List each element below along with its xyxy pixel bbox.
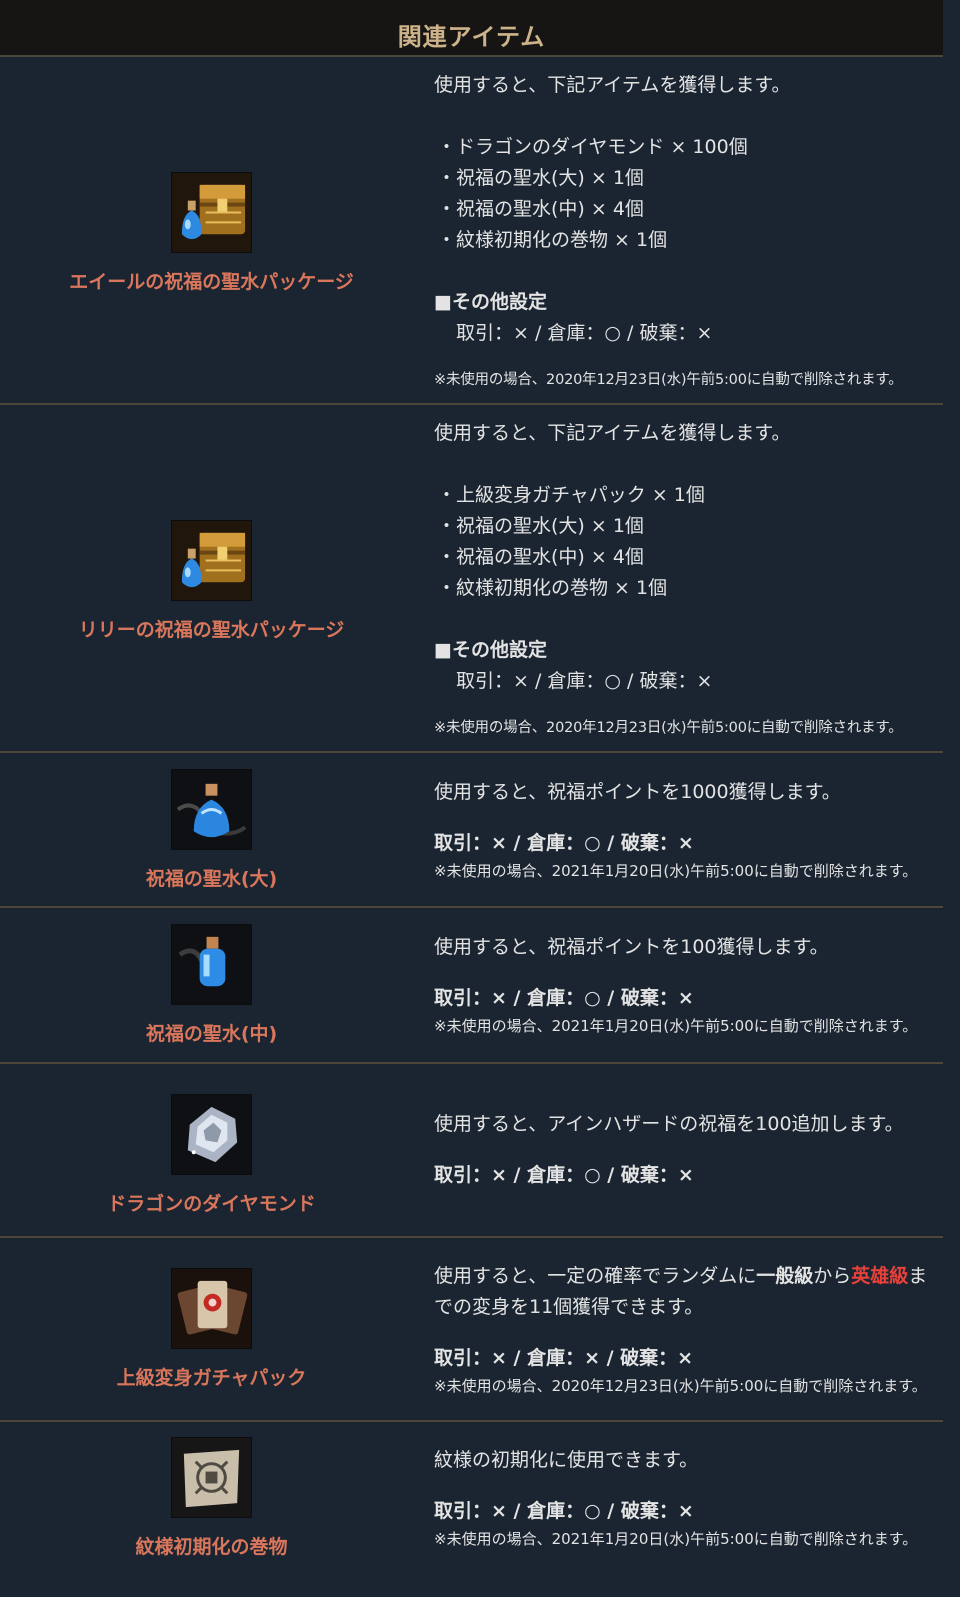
item-description: 使用すると、祝福ポイントを1000獲得します。 取引：× / 倉庫：○ / 破棄… [423,753,943,906]
item-name: ドラゴンのダイヤモンド [107,1193,316,1215]
chest-potion-icon [171,172,252,253]
desc-text: 使用すると、祝福ポイントを100獲得します。 [434,936,829,958]
trade-settings: 取引：× / 倉庫：○ / 破棄：× [434,831,694,854]
item-description: 使用すると、祝福ポイントを100獲得します。 取引：× / 倉庫：○ / 破棄：… [423,908,943,1062]
item-row-dragon-diamond: ドラゴンのダイヤモンド 使用すると、アインハザードの祝福を100追加します。 取… [0,1064,943,1238]
item-identity: 祝福の聖水(大) [0,753,423,906]
content-line: ・祝福の聖水(大) × 1個 [437,166,644,189]
desc-grade-hero: 英雄級 [851,1264,909,1287]
settings-text: 取引：× / 倉庫：○ / 破棄：× [456,669,713,692]
settings-title: ■その他設定 [434,290,547,313]
chest-potion-icon [171,520,252,601]
item-identity: 上級変身ガチャパック [0,1238,423,1420]
item-row-pattern-reset-scroll: 紋様初期化の巻物 紋様の初期化に使用できます。 取引：× / 倉庫：○ / 破棄… [0,1422,943,1574]
intro-text: 使用すると、下記アイテムを獲得します。 [434,73,791,96]
trade-settings: 取引：× / 倉庫：○ / 破棄：× [434,1164,694,1186]
item-name: リリーの祝福の聖水パッケージ [78,619,345,641]
trade-settings: 取引：× / 倉庫：× / 破棄：× [434,1346,694,1369]
item-description: 使用すると、下記アイテムを獲得します。 ・上級変身ガチャパック × 1個 ・祝福… [423,405,943,751]
content-line: ・祝福の聖水(中) × 4個 [437,197,644,220]
item-row-holy-water-large: 祝福の聖水(大) 使用すると、祝福ポイントを1000獲得します。 取引：× / … [0,753,943,908]
trade-settings: 取引：× / 倉庫：○ / 破棄：× [434,987,694,1009]
desc-text: 使用すると、アインハザードの祝福を100追加します。 [434,1113,904,1135]
desc-grade-normal: 一般級 [756,1264,814,1287]
item-description: 使用すると、アインハザードの祝福を100追加します。 取引：× / 倉庫：○ /… [423,1064,943,1236]
item-description: 使用すると、下記アイテムを獲得します。 ・ドラゴンのダイヤモンド × 100個 … [423,57,943,403]
item-description: 使用すると、一定の確率でランダムに一般級から英雄級までの変身を11個獲得できます… [423,1238,943,1420]
expiry-note: ※未使用の場合、2021年1月20日(水)午前5:00に自動で削除されます。 [434,861,918,880]
item-name: 祝福の聖水(中) [145,1023,278,1045]
item-row-holy-water-medium: 祝福の聖水(中) 使用すると、祝福ポイントを100獲得します。 取引：× / 倉… [0,908,943,1064]
content-line: ・紋様初期化の巻物 × 1個 [437,228,668,251]
card-pack-icon [171,1268,252,1349]
item-name: エイールの祝福の聖水パッケージ [69,271,354,293]
item-description: 紋様の初期化に使用できます。 取引：× / 倉庫：○ / 破棄：× ※未使用の場… [423,1422,943,1574]
item-row-aile-package: エイールの祝福の聖水パッケージ 使用すると、下記アイテムを獲得します。 ・ドラゴ… [0,57,943,405]
desc-text: 紋様の初期化に使用できます。 [434,1449,699,1471]
desc-text: 使用すると、一定の確率でランダムに一般級から英雄級までの変身を11個獲得できます… [434,1261,929,1323]
item-name: 紋様初期化の巻物 [135,1536,288,1558]
medium-potion-icon [171,924,252,1005]
settings-title: ■その他設定 [434,638,547,661]
trade-settings: 取引：× / 倉庫：○ / 破棄：× [434,1500,694,1522]
settings-text: 取引：× / 倉庫：○ / 破棄：× [456,321,713,344]
item-identity: 祝福の聖水(中) [0,908,423,1062]
large-potion-icon [171,768,252,850]
desc-pre: 使用すると、一定の確率でランダムに [434,1264,757,1287]
item-row-transform-gacha-pack: 上級変身ガチャパック 使用すると、一定の確率でランダムに一般級から英雄級までの変… [0,1238,943,1422]
desc-text: 使用すると、祝福ポイントを1000獲得します。 [434,780,841,803]
content-line: ・祝福の聖水(大) × 1個 [437,514,644,537]
item-name: 祝福の聖水(大) [145,867,278,890]
item-identity: 紋様初期化の巻物 [0,1422,423,1574]
expiry-note: ※未使用の場合、2021年1月20日(水)午前5:00に自動で削除されます。 [434,1017,918,1035]
expiry-note: ※未使用の場合、2021年1月20日(水)午前5:00に自動で削除されます。 [434,1530,918,1548]
expiry-note: ※未使用の場合、2020年12月23日(水)午前5:00に自動で削除されます。 [434,371,903,388]
item-row-lily-package: リリーの祝福の聖水パッケージ 使用すると、下記アイテムを獲得します。 ・上級変身… [0,405,943,753]
diamond-icon [171,1094,252,1175]
item-name: 上級変身ガチャパック [116,1367,307,1389]
content-line: ・ドラゴンのダイヤモンド × 100個 [437,135,748,158]
section-header: 関連アイテム [0,0,943,57]
intro-text: 使用すると、下記アイテムを獲得します。 [434,421,791,444]
item-identity: エイールの祝福の聖水パッケージ [0,57,423,403]
expiry-note: ※未使用の場合、2020年12月23日(水)午前5:00に自動で削除されます。 [434,1376,927,1395]
item-identity: リリーの祝福の聖水パッケージ [0,405,423,751]
desc-mid: から [813,1264,852,1287]
expiry-note: ※未使用の場合、2020年12月23日(水)午前5:00に自動で削除されます。 [434,719,903,736]
item-identity: ドラゴンのダイヤモンド [0,1064,423,1236]
related-items-panel: 関連アイテム エイールの祝福の聖水パッケージ 使用すると、下記アイテムを獲得しま… [0,0,943,1597]
section-title: 関連アイテム [397,23,546,51]
content-line: ・紋様初期化の巻物 × 1個 [437,576,668,599]
content-line: ・祝福の聖水(中) × 4個 [437,545,644,568]
content-line: ・上級変身ガチャパック × 1個 [437,483,705,506]
scroll-icon [171,1437,252,1518]
